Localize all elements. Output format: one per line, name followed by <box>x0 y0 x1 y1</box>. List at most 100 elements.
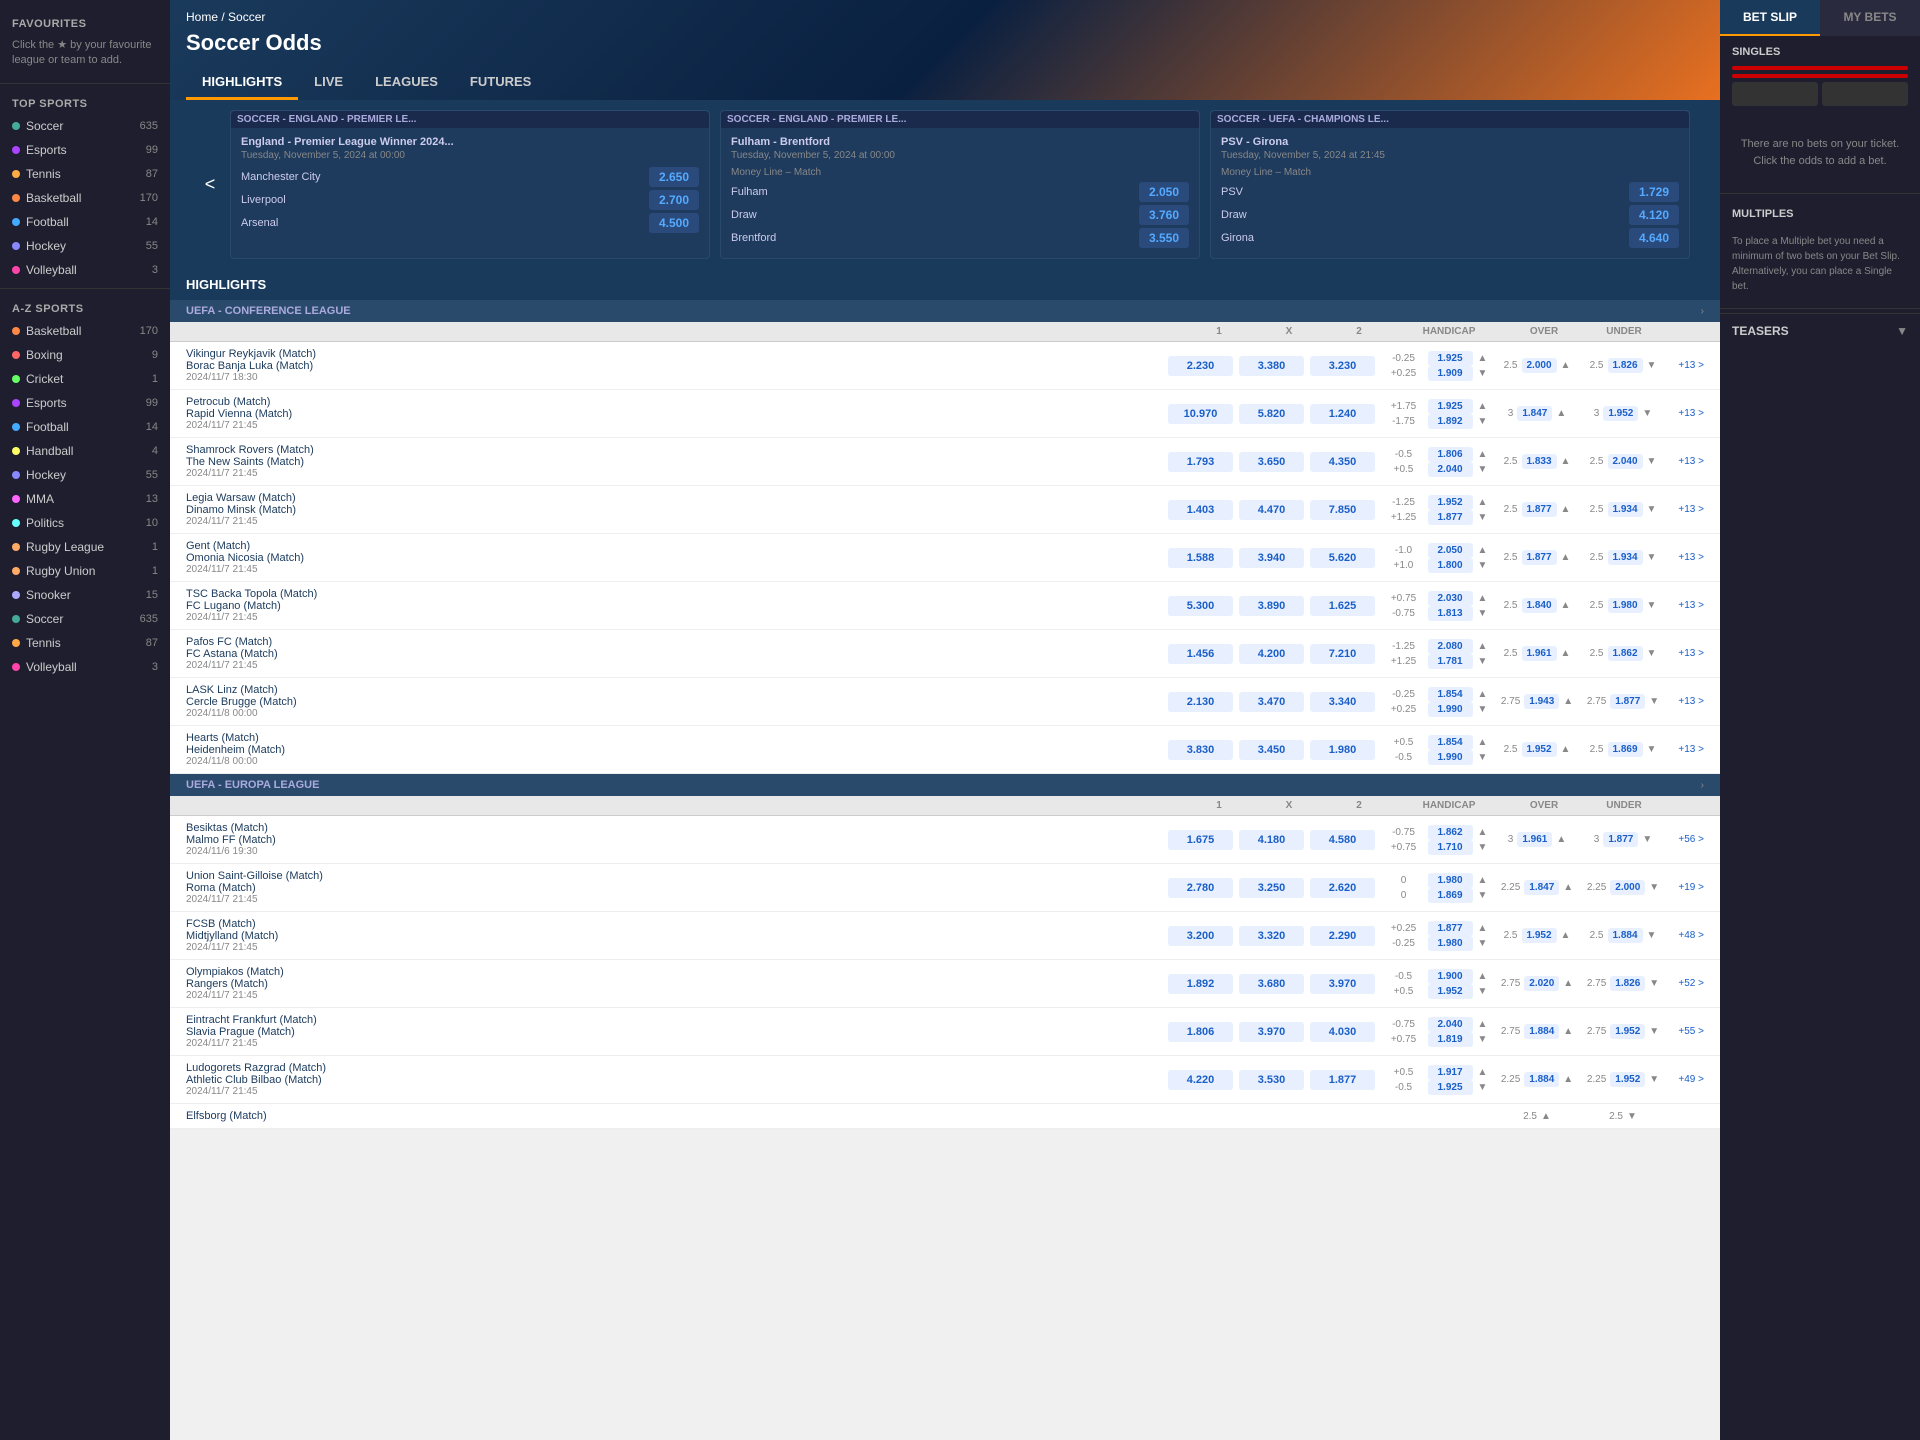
featured-odd-btn[interactable]: 3.550 <box>1139 228 1189 248</box>
over-up-icon[interactable]: ▲ <box>1541 1111 1551 1122</box>
under-down-icon[interactable]: ▼ <box>1647 600 1657 611</box>
over-up-icon[interactable]: ▲ <box>1561 744 1571 755</box>
az-item-boxing[interactable]: Boxing9 <box>0 343 170 367</box>
hcap-odd1[interactable]: 2.030 <box>1428 591 1473 606</box>
under-down-icon[interactable]: ▼ <box>1627 1111 1637 1122</box>
odd1-btn[interactable]: 10.970 <box>1168 404 1233 424</box>
more-markets-btn[interactable]: +13 > <box>1669 552 1704 563</box>
sidebar-item-tennis[interactable]: Tennis87 <box>0 162 170 186</box>
sidebar-item-basketball[interactable]: Basketball170 <box>0 186 170 210</box>
under-odd[interactable]: 1.934 <box>1608 550 1643 565</box>
hcap-odd1[interactable]: 1.854 <box>1428 735 1473 750</box>
over-up-icon[interactable]: ▲ <box>1556 408 1566 419</box>
more-markets-btn[interactable]: +55 > <box>1669 1026 1704 1037</box>
over-odd[interactable]: 2.020 <box>1524 976 1559 991</box>
hcap-odd1[interactable]: 1.925 <box>1428 351 1473 366</box>
over-up-icon[interactable]: ▲ <box>1561 504 1571 515</box>
featured-odd-btn[interactable]: 2.700 <box>649 190 699 210</box>
hcap-odd1[interactable]: 2.080 <box>1428 639 1473 654</box>
odd2-btn[interactable]: 4.030 <box>1310 1022 1375 1042</box>
over-up-icon[interactable]: ▲ <box>1561 648 1571 659</box>
hcap-down-icon[interactable]: ▼ <box>1477 464 1489 475</box>
over-up-icon[interactable]: ▲ <box>1563 696 1573 707</box>
under-down-icon[interactable]: ▼ <box>1647 930 1657 941</box>
featured-odd-btn[interactable]: 3.760 <box>1139 205 1189 225</box>
bet-slip-tab[interactable]: BET SLIP <box>1720 0 1820 36</box>
sidebar-item-hockey[interactable]: Hockey55 <box>0 234 170 258</box>
az-item-mma[interactable]: MMA13 <box>0 487 170 511</box>
hcap-odd2[interactable]: 2.040 <box>1428 462 1473 477</box>
hcap-up-icon[interactable]: ▲ <box>1477 827 1489 838</box>
more-markets-btn[interactable]: +49 > <box>1669 1074 1704 1085</box>
tab-highlights[interactable]: HIGHLIGHTS <box>186 66 298 100</box>
hcap-down-icon[interactable]: ▼ <box>1477 842 1489 853</box>
tab-leagues[interactable]: LEAGUES <box>359 66 454 100</box>
under-odd[interactable]: 1.934 <box>1608 502 1643 517</box>
az-item-football[interactable]: Football14 <box>0 415 170 439</box>
hcap-odd2[interactable]: 1.781 <box>1428 654 1473 669</box>
more-markets-btn[interactable]: +13 > <box>1669 744 1704 755</box>
hcap-odd2[interactable]: 1.800 <box>1428 558 1473 573</box>
oddX-btn[interactable]: 3.470 <box>1239 692 1304 712</box>
odd1-btn[interactable]: 1.675 <box>1168 830 1233 850</box>
over-up-icon[interactable]: ▲ <box>1561 552 1571 563</box>
under-down-icon[interactable]: ▼ <box>1647 648 1657 659</box>
hcap-odd1[interactable]: 1.854 <box>1428 687 1473 702</box>
hcap-odd2[interactable]: 1.990 <box>1428 750 1473 765</box>
hcap-odd2[interactable]: 1.877 <box>1428 510 1473 525</box>
more-markets-btn[interactable]: +19 > <box>1669 882 1704 893</box>
over-up-icon[interactable]: ▲ <box>1563 1074 1573 1085</box>
az-item-politics[interactable]: Politics10 <box>0 511 170 535</box>
odd2-btn[interactable]: 2.290 <box>1310 926 1375 946</box>
oddX-btn[interactable]: 4.200 <box>1239 644 1304 664</box>
over-odd[interactable]: 1.884 <box>1524 1072 1559 1087</box>
tab-futures[interactable]: FUTURES <box>454 66 547 100</box>
hcap-odd2[interactable]: 1.952 <box>1428 984 1473 999</box>
odd2-btn[interactable]: 3.340 <box>1310 692 1375 712</box>
over-odd[interactable]: 1.877 <box>1522 550 1557 565</box>
oddX-btn[interactable]: 3.450 <box>1239 740 1304 760</box>
hcap-down-icon[interactable]: ▼ <box>1477 608 1489 619</box>
hcap-up-icon[interactable]: ▲ <box>1477 971 1489 982</box>
odd1-btn[interactable]: 1.456 <box>1168 644 1233 664</box>
under-down-icon[interactable]: ▼ <box>1649 1026 1659 1037</box>
under-odd[interactable]: 1.862 <box>1608 646 1643 661</box>
az-item-volleyball[interactable]: Volleyball3 <box>0 655 170 679</box>
over-odd[interactable]: 1.943 <box>1524 694 1559 709</box>
odd1-btn[interactable]: 4.220 <box>1168 1070 1233 1090</box>
odd2-btn[interactable]: 5.620 <box>1310 548 1375 568</box>
over-odd[interactable]: 1.961 <box>1522 646 1557 661</box>
over-up-icon[interactable]: ▲ <box>1563 882 1573 893</box>
under-odd[interactable]: 1.826 <box>1608 358 1643 373</box>
hcap-odd1[interactable]: 1.980 <box>1428 873 1473 888</box>
oddX-btn[interactable]: 4.180 <box>1239 830 1304 850</box>
hcap-down-icon[interactable]: ▼ <box>1477 1082 1489 1093</box>
more-markets-btn[interactable]: +48 > <box>1669 930 1704 941</box>
featured-odd-btn[interactable]: 4.500 <box>649 213 699 233</box>
under-down-icon[interactable]: ▼ <box>1647 360 1657 371</box>
under-odd[interactable]: 1.877 <box>1603 832 1638 847</box>
teasers-header[interactable]: TEASERS ▼ <box>1720 313 1920 348</box>
more-markets-btn[interactable]: +13 > <box>1669 456 1704 467</box>
under-down-icon[interactable]: ▼ <box>1649 696 1659 707</box>
hcap-odd2[interactable]: 1.909 <box>1428 366 1473 381</box>
az-item-snooker[interactable]: Snooker15 <box>0 583 170 607</box>
odd1-btn[interactable]: 2.230 <box>1168 356 1233 376</box>
over-up-icon[interactable]: ▲ <box>1563 978 1573 989</box>
odd1-btn[interactable]: 3.200 <box>1168 926 1233 946</box>
over-up-icon[interactable]: ▲ <box>1561 360 1571 371</box>
hcap-odd1[interactable]: 1.877 <box>1428 921 1473 936</box>
sidebar-item-volleyball[interactable]: Volleyball3 <box>0 258 170 282</box>
hcap-odd2[interactable]: 1.869 <box>1428 888 1473 903</box>
under-down-icon[interactable]: ▼ <box>1647 744 1657 755</box>
hcap-up-icon[interactable]: ▲ <box>1477 593 1489 604</box>
over-odd[interactable]: 1.833 <box>1522 454 1557 469</box>
under-odd[interactable]: 2.000 <box>1610 880 1645 895</box>
breadcrumb-home[interactable]: Home <box>186 10 218 24</box>
hcap-odd2[interactable]: 1.710 <box>1428 840 1473 855</box>
hcap-down-icon[interactable]: ▼ <box>1477 704 1489 715</box>
odd2-btn[interactable]: 2.620 <box>1310 878 1375 898</box>
hcap-odd1[interactable]: 1.900 <box>1428 969 1473 984</box>
under-odd[interactable]: 1.877 <box>1610 694 1645 709</box>
under-down-icon[interactable]: ▼ <box>1649 1074 1659 1085</box>
